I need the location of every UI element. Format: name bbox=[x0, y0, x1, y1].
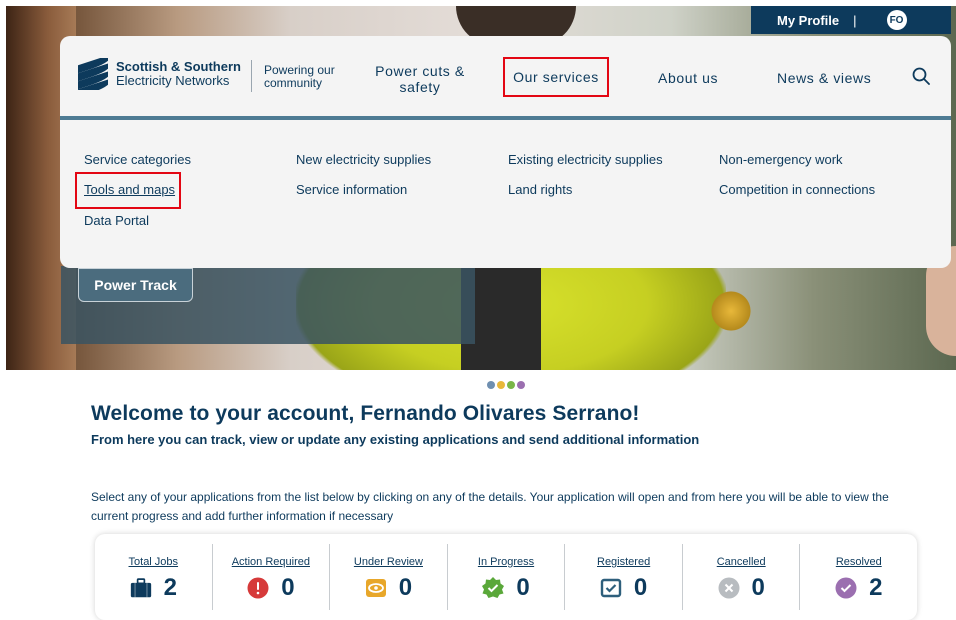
nav-about-us[interactable]: About us bbox=[658, 70, 718, 86]
site-header: Scottish & Southern Electricity Networks… bbox=[60, 36, 951, 116]
dd-service-categories[interactable]: Service categories bbox=[84, 152, 191, 167]
cancel-icon bbox=[718, 577, 739, 599]
stat-label[interactable]: Cancelled bbox=[717, 556, 766, 568]
stat-label[interactable]: Resolved bbox=[836, 556, 882, 568]
stat-in-progress[interactable]: In Progress 0 bbox=[448, 544, 566, 610]
briefcase-icon bbox=[130, 578, 151, 598]
stat-value: 0 bbox=[281, 574, 295, 601]
stat-label[interactable]: Total Jobs bbox=[129, 556, 179, 568]
tagline: Powering our community bbox=[264, 64, 335, 90]
stat-total-jobs[interactable]: Total Jobs 2 bbox=[95, 544, 213, 610]
ssen-logo[interactable]: Scottish & Southern Electricity Networks bbox=[78, 58, 241, 90]
alert-icon bbox=[247, 577, 269, 599]
avatar[interactable]: FO bbox=[886, 10, 907, 30]
carousel-dots bbox=[487, 381, 525, 389]
stat-value: 0 bbox=[516, 574, 530, 601]
stat-value: 0 bbox=[398, 574, 413, 601]
dd-service-information[interactable]: Service information bbox=[296, 182, 407, 197]
stat-registered[interactable]: Registered 0 bbox=[565, 544, 683, 610]
eye-icon bbox=[365, 579, 386, 597]
logo-divider bbox=[251, 60, 252, 92]
registered-check-icon bbox=[600, 578, 622, 598]
hero-flowers bbox=[706, 291, 756, 331]
services-dropdown: Service categories Tools and maps Data P… bbox=[60, 120, 951, 268]
nav-power-line2: safety bbox=[399, 79, 441, 95]
tools-highlight-box bbox=[75, 172, 181, 209]
carousel-dot[interactable] bbox=[517, 381, 525, 389]
my-profile-link[interactable]: My Profile bbox=[777, 13, 839, 28]
dd-data-portal[interactable]: Data Portal bbox=[84, 213, 149, 228]
dd-land-rights[interactable]: Land rights bbox=[508, 182, 572, 197]
progress-badge-icon bbox=[482, 577, 505, 598]
carousel-dot[interactable] bbox=[497, 381, 505, 389]
logo-waves-icon bbox=[78, 58, 108, 90]
page-title: Welcome to your account, Fernando Olivar… bbox=[91, 402, 640, 425]
power-track-button[interactable]: Power Track bbox=[78, 268, 193, 302]
nav-news-views[interactable]: News & views bbox=[777, 70, 871, 86]
carousel-dot[interactable] bbox=[507, 381, 515, 389]
dd-competition[interactable]: Competition in connections bbox=[719, 182, 875, 197]
stat-value: 2 bbox=[869, 574, 883, 601]
tagline-line2: community bbox=[264, 76, 323, 90]
stat-label[interactable]: In Progress bbox=[478, 556, 534, 568]
dd-new-supplies[interactable]: New electricity supplies bbox=[296, 152, 431, 167]
instructions-text: Select any of your applications from the… bbox=[91, 490, 889, 523]
profile-separator: | bbox=[853, 12, 857, 28]
dd-non-emergency[interactable]: Non-emergency work bbox=[719, 152, 843, 167]
stat-resolved[interactable]: Resolved 2 bbox=[800, 544, 917, 610]
resolved-check-icon bbox=[835, 577, 857, 599]
carousel-dot[interactable] bbox=[487, 381, 495, 389]
profile-bar: My Profile | FO bbox=[751, 6, 951, 34]
stat-action-required[interactable]: Action Required 0 bbox=[213, 544, 331, 610]
logo-line1: Scottish & Southern bbox=[116, 59, 241, 74]
stat-value: 2 bbox=[163, 574, 177, 601]
nav-power-cuts[interactable]: Power cuts & safety bbox=[372, 63, 468, 95]
page-subtitle: From here you can track, view or update … bbox=[91, 432, 700, 447]
nav-power-line1: Power cuts & bbox=[375, 63, 465, 79]
stat-value: 0 bbox=[751, 574, 765, 601]
stat-under-review[interactable]: Under Review 0 bbox=[330, 544, 448, 610]
stat-label[interactable]: Action Required bbox=[232, 556, 310, 568]
stat-label[interactable]: Registered bbox=[597, 556, 650, 568]
application-stats: Total Jobs 2 Action Required 0 Under Rev… bbox=[95, 534, 917, 620]
stat-label[interactable]: Under Review bbox=[354, 556, 423, 568]
nav-our-services[interactable]: Our services bbox=[503, 57, 609, 97]
nav-services-label: Our services bbox=[513, 69, 599, 85]
stat-cancelled[interactable]: Cancelled 0 bbox=[683, 544, 801, 610]
dd-existing-supplies[interactable]: Existing electricity supplies bbox=[508, 152, 663, 167]
logo-line2: Electricity Networks bbox=[116, 73, 230, 88]
stat-value: 0 bbox=[633, 574, 648, 601]
search-icon[interactable] bbox=[912, 67, 930, 85]
